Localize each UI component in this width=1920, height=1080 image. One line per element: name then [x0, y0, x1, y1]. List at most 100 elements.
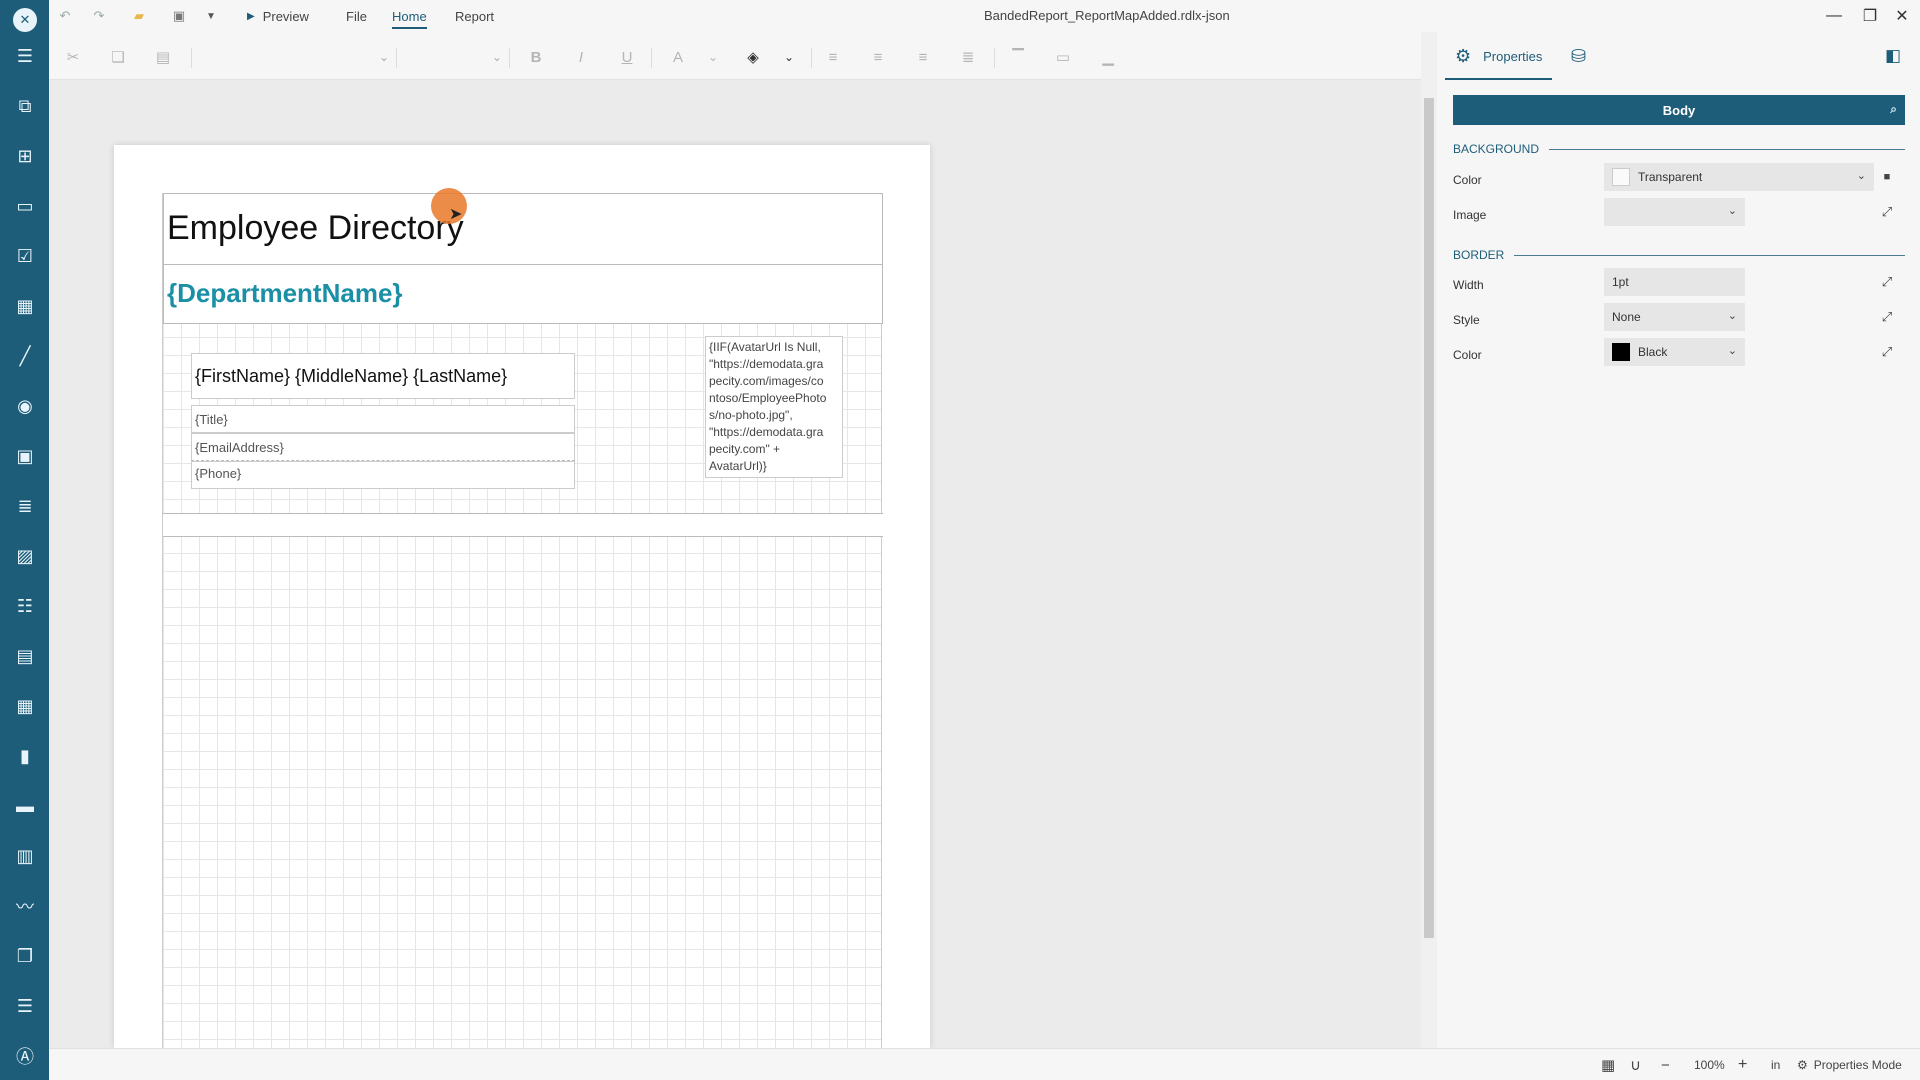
preview-label: Preview [262, 8, 309, 24]
minimize-icon[interactable]: — [1816, 0, 1852, 32]
close-icon[interactable]: ✕ [1884, 0, 1920, 32]
report-page[interactable]: Employee Directory {DepartmentName} {Fir… [114, 145, 930, 1048]
barcode-tool-icon[interactable]: ▥ [12, 843, 38, 869]
checkbox-tool-icon[interactable]: ☑ [12, 243, 38, 269]
fill-color-icon[interactable]: ◈ [741, 46, 765, 68]
report-tab[interactable]: Report [455, 0, 494, 32]
formatted-text-tool-icon[interactable]: ▣ [12, 443, 38, 469]
subreport-tool-icon[interactable]: ❐ [12, 943, 38, 969]
bg-color-dropdown[interactable]: Transparent ⌄ [1604, 163, 1874, 191]
mouse-pointer-icon: ➤ [449, 206, 463, 223]
data-tree-icon[interactable]: ⧉ [12, 93, 38, 119]
report-body[interactable]: Employee Directory {DepartmentName} {Fir… [162, 193, 883, 1048]
expression-expand-icon[interactable]: ⤢ [1877, 307, 1897, 327]
redo-icon[interactable]: ↷ [89, 6, 109, 26]
background-section-title: BACKGROUND [1453, 142, 1905, 156]
line-tool-icon[interactable]: ╱ [12, 343, 38, 369]
bold-icon[interactable]: B [524, 46, 548, 68]
color-picker-icon[interactable]: ■ [1877, 167, 1897, 187]
font-color-icon[interactable]: A [666, 46, 690, 68]
chart-tool-icon[interactable]: ▮ [12, 743, 38, 769]
open-folder-icon[interactable]: ▰ [129, 6, 149, 26]
italic-icon[interactable]: I [569, 46, 593, 68]
snap-magnet-icon[interactable]: ∪ [1630, 1049, 1641, 1080]
properties-mode-button[interactable]: ⚙ Properties Mode [1797, 1049, 1902, 1080]
zoom-level[interactable]: 100% [1694, 1049, 1725, 1080]
underline-icon[interactable]: U [615, 46, 639, 68]
expression-expand-icon[interactable]: ⤢ [1877, 342, 1897, 362]
border-color-value: Black [1638, 345, 1668, 359]
textbox-tool-icon[interactable]: ▭ [12, 193, 38, 219]
grid-toggle-icon[interactable]: ▦ [1601, 1049, 1615, 1080]
list-tool-icon[interactable]: ☷ [12, 593, 38, 619]
cut-icon[interactable]: ✂ [61, 46, 85, 68]
menu-icon[interactable]: ☰ [12, 43, 38, 69]
group-footer-band[interactable] [163, 513, 883, 537]
zoom-out-icon[interactable]: − [1661, 1049, 1670, 1080]
scrollbar-thumb[interactable] [1424, 98, 1434, 938]
bullet-tool-icon[interactable]: ▬ [12, 793, 38, 819]
file-menu[interactable]: File [346, 0, 367, 32]
shape-tool-icon[interactable]: ◉ [12, 393, 38, 419]
data-tab-database-icon[interactable]: ⛁ [1571, 32, 1586, 80]
report-title-textbox[interactable]: Employee Directory [163, 193, 883, 265]
border-style-dropdown[interactable]: None ⌄ [1604, 303, 1745, 331]
home-tab[interactable]: Home [392, 0, 427, 32]
app-logo-icon: ✕ [13, 8, 37, 32]
container-tool-icon[interactable]: ▦ [12, 293, 38, 319]
chevron-down-icon: ⌄ [491, 50, 502, 64]
avatar-image-expression[interactable]: {IIF(AvatarUrl Is Null, "https://demodat… [705, 336, 843, 478]
vertical-scrollbar[interactable] [1421, 80, 1437, 1048]
preview-button[interactable]: ▶ Preview [247, 0, 309, 32]
phone-textbox[interactable]: {Phone} [191, 461, 575, 489]
tablix-tool-icon[interactable]: ▦ [12, 693, 38, 719]
restore-icon[interactable]: ❐ [1852, 0, 1888, 32]
image-label: Image [1453, 208, 1487, 222]
font-color-chevron-icon[interactable]: ⌄ [701, 46, 725, 68]
units-selector[interactable]: in [1771, 1049, 1780, 1080]
image-tool-icon[interactable]: ▨ [12, 543, 38, 569]
align-right-icon[interactable]: ≡ [911, 46, 935, 68]
chevron-down-icon: ⌄ [1856, 170, 1866, 182]
properties-tab[interactable]: ⚙ Properties [1444, 32, 1553, 80]
selected-item-header[interactable]: Body ⌕ [1453, 95, 1905, 125]
valign-bottom-icon[interactable]: ▁ [1096, 46, 1120, 68]
valign-top-icon[interactable]: ▔ [1006, 46, 1030, 68]
input-field-tool-icon[interactable]: Ⓐ [12, 1043, 38, 1069]
paste-icon[interactable]: ▤ [151, 46, 175, 68]
properties-panel: ⚙ Properties ⛁ ◧ Body ⌕ BACKGROUND Color… [1437, 32, 1920, 1048]
valign-middle-icon[interactable]: ▭ [1051, 46, 1075, 68]
banded-list-tool-icon[interactable]: ☰ [12, 993, 38, 1019]
search-icon[interactable]: ⌕ [1890, 102, 1897, 117]
sparkline-tool-icon[interactable]: 〰 [12, 893, 38, 919]
border-width-input[interactable]: 1pt [1604, 268, 1745, 296]
full-name-textbox[interactable]: {FirstName} {MiddleName} {LastName} [191, 353, 575, 399]
chevron-down-icon: ⌄ [1727, 345, 1737, 357]
save-dropdown-chevron-icon[interactable]: ▼ [201, 6, 221, 26]
expression-expand-icon[interactable]: ⤢ [1877, 272, 1897, 292]
justify-icon[interactable]: ≣ [956, 46, 980, 68]
zoom-in-icon[interactable]: + [1738, 1049, 1747, 1080]
save-icon[interactable]: ▣ [169, 6, 189, 26]
expression-expand-icon[interactable]: ⤢ [1877, 202, 1897, 222]
design-canvas[interactable]: Employee Directory {DepartmentName} {Fir… [49, 80, 1421, 1048]
font-size-dropdown[interactable]: ⌄ [404, 46, 502, 68]
report-explorer-icon[interactable]: ⊞ [12, 143, 38, 169]
undo-icon[interactable]: ↶ [55, 6, 75, 26]
title-textbox[interactable]: {Title} [191, 405, 575, 433]
align-center-icon[interactable]: ≡ [866, 46, 890, 68]
align-left-icon[interactable]: ≡ [821, 46, 845, 68]
email-textbox[interactable]: {EmailAddress} [191, 433, 575, 461]
panel-toggle-icon[interactable]: ◧ [1885, 32, 1901, 80]
image-dropdown[interactable]: ⌄ [1604, 198, 1745, 226]
copy-icon[interactable]: ❏ [106, 46, 130, 68]
border-color-dropdown[interactable]: Black ⌄ [1604, 338, 1745, 366]
fill-color-chevron-icon[interactable]: ⌄ [777, 46, 801, 68]
phone-text: {Phone} [195, 466, 242, 481]
gear-icon: ⚙ [1797, 1058, 1808, 1072]
table-tool-icon[interactable]: ▤ [12, 643, 38, 669]
group-header-textbox[interactable]: {DepartmentName} [163, 264, 883, 324]
richtext-tool-icon[interactable]: ≣ [12, 493, 38, 519]
properties-mode-label: Properties Mode [1813, 1058, 1902, 1072]
font-family-dropdown[interactable]: ⌄ [199, 46, 389, 68]
